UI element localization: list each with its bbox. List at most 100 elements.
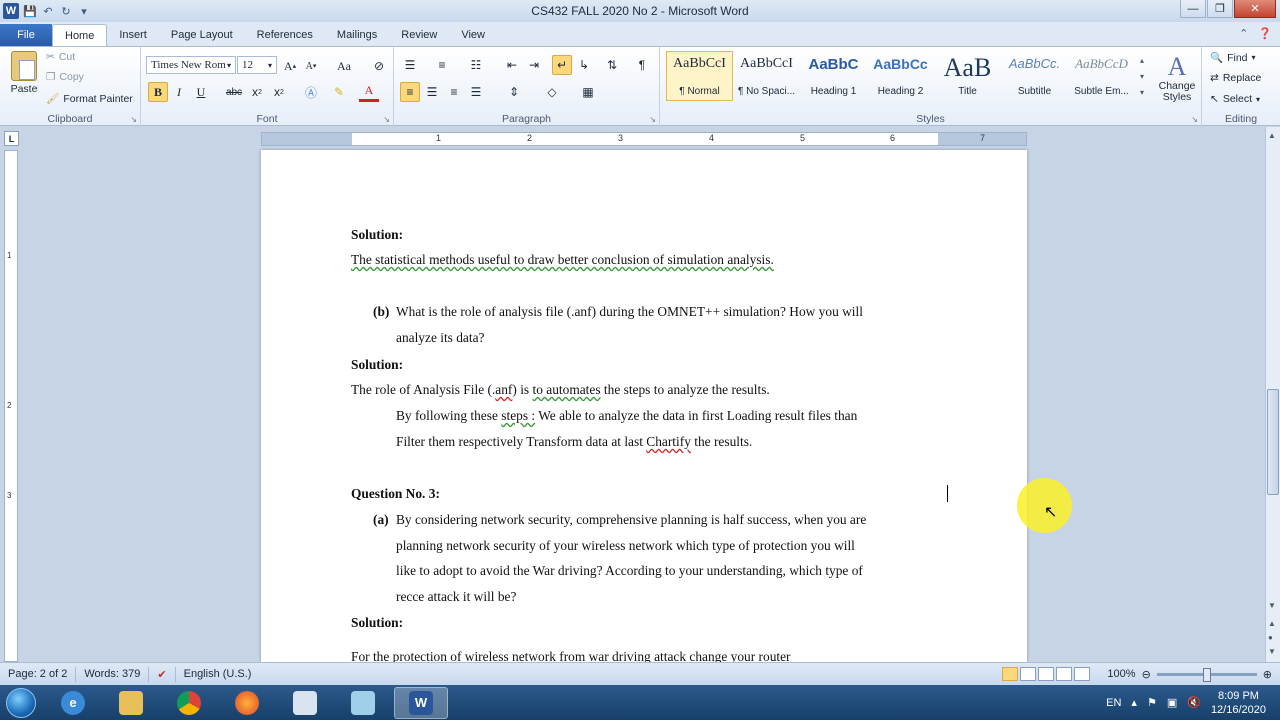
change-case-button[interactable]: Aa [331,56,357,76]
style-normal[interactable]: AaBbCcI ¶ Normal [666,51,733,101]
sort-icon[interactable]: ⇅ [602,55,622,75]
subscript-button[interactable]: x2 [247,82,267,102]
vertical-ruler[interactable]: 1 2 3 [4,150,18,662]
word-count[interactable]: Words: 379 [76,666,150,682]
style-subtitle[interactable]: AaBbCc. Subtitle [1001,51,1068,101]
help-icon[interactable]: ❓ [1258,27,1272,40]
next-page-icon[interactable]: ▼ [1268,647,1276,656]
font-color-button[interactable]: A [359,82,379,102]
left-to-right-icon[interactable]: ↵ [552,55,572,75]
web-layout-icon[interactable] [1038,667,1054,681]
grow-font-button[interactable]: A ▴ [280,56,300,76]
show-formatting-button[interactable]: ¶ [632,55,652,75]
style-title[interactable]: AaB Title [934,51,1001,101]
style-heading-2[interactable]: AaBbCc Heading 2 [867,51,934,101]
zoom-out-icon[interactable]: ⊖ [1142,668,1151,681]
document-page[interactable]: Solution: The statistical methods useful… [261,150,1027,662]
right-to-left-icon[interactable]: ↳ [574,55,594,75]
outline-icon[interactable] [1056,667,1072,681]
taskbar-notepad[interactable] [336,687,390,719]
clock[interactable]: 8:09 PM 12/16/2020 [1211,689,1266,717]
tab-review[interactable]: Review [389,24,449,46]
tab-insert[interactable]: Insert [107,24,159,46]
clear-formatting-icon[interactable]: ⊘ [369,56,389,76]
language[interactable]: English (U.S.) [176,667,260,682]
align-left-icon[interactable]: ≡ [400,82,420,102]
cut-button[interactable]: ✂ Cut [46,51,75,63]
tab-references[interactable]: References [245,24,325,46]
text-effects-icon[interactable]: Ⓐ [301,82,321,102]
scroll-down-icon[interactable]: ▼ [1268,601,1276,610]
previous-page-icon[interactable]: ▲ [1268,619,1276,628]
taskbar-word[interactable]: W [394,686,448,719]
tab-selector-button[interactable]: L [4,131,19,146]
proofing-icon[interactable]: ✔ [149,666,176,682]
close-button[interactable]: ✕ [1234,0,1276,18]
superscript-button[interactable]: x2 [269,82,289,102]
justify-icon[interactable]: ☰ [466,82,486,102]
shrink-font-button[interactable]: A ▾ [301,56,321,76]
style-subtle-emphasis[interactable]: AaBbCcD Subtle Em... [1068,51,1135,101]
draft-icon[interactable] [1074,667,1090,681]
style-no-spacing[interactable]: AaBbCcI ¶ No Spaci... [733,51,800,101]
font-name-input[interactable]: Times New Rom ▾ [146,56,236,74]
select-button[interactable]: ↖ Select ▾ [1210,93,1260,105]
minimize-button[interactable]: — [1180,0,1206,18]
find-button[interactable]: 🔍 Find ▾ [1210,51,1256,65]
page-count[interactable]: Page: 2 of 2 [0,666,77,682]
clipboard-launcher-icon[interactable]: ↘ [130,115,137,124]
increase-indent-icon[interactable]: ⇥ [524,55,544,75]
shading-icon[interactable]: ◇ [542,82,562,102]
numbering-icon[interactable]: ≡ [432,55,452,75]
copy-button[interactable]: ❐ Copy [46,71,84,83]
taskbar-firefox[interactable] [220,687,274,719]
zoom-in-icon[interactable]: ⊕ [1263,668,1272,681]
underline-button[interactable]: U [191,82,211,102]
format-painter-button[interactable]: 🖌 Format Painter [46,92,133,106]
input-language[interactable]: EN [1106,697,1121,709]
taskbar-paint[interactable] [278,687,332,719]
borders-icon[interactable]: ▦ [578,82,598,102]
volume-icon[interactable]: 🔇 [1187,696,1201,709]
align-center-icon[interactable]: ☰ [422,82,442,102]
paragraph-launcher-icon[interactable]: ↘ [649,115,656,124]
zoom-level[interactable]: 100% [1107,668,1135,680]
highlight-icon[interactable]: ✎ [329,82,349,102]
strikethrough-button[interactable]: abc [223,82,245,102]
action-center-icon[interactable]: ⚑ [1147,696,1157,709]
paste-button[interactable]: Paste [6,51,42,95]
taskbar-explorer[interactable] [104,687,158,719]
zoom-slider[interactable] [1156,667,1257,682]
print-layout-icon[interactable] [1002,667,1018,681]
browse-object-icon[interactable]: ● [1268,633,1273,642]
style-heading-1[interactable]: AaBbC Heading 1 [800,51,867,101]
horizontal-ruler[interactable]: 1 2 3 4 5 6 7 [261,132,1027,146]
minimize-ribbon-icon[interactable]: ⌃ [1239,27,1248,40]
scrollbar-thumb[interactable] [1267,389,1279,495]
multilevel-list-icon[interactable]: ☷ [466,55,486,75]
taskbar-internet-explorer[interactable]: e [46,687,100,719]
bullets-icon[interactable]: ☰ [400,55,420,75]
tab-file[interactable]: File [0,24,52,46]
full-screen-reading-icon[interactable] [1020,667,1036,681]
network-icon[interactable]: ▣ [1167,696,1177,709]
vertical-scrollbar[interactable]: ▲ ▼ ▲ ● ▼ [1265,127,1280,662]
font-size-input[interactable]: 12 ▾ [237,56,277,74]
align-right-icon[interactable]: ≡ [444,82,464,102]
font-launcher-icon[interactable]: ↘ [383,115,390,124]
show-hidden-icons-icon[interactable]: ▴ [1131,696,1137,709]
change-styles-button[interactable]: A Change Styles [1154,53,1200,103]
restore-button[interactable]: ❐ [1207,0,1233,18]
line-spacing-icon[interactable]: ⇕ [504,82,524,102]
tab-mailings[interactable]: Mailings [325,24,389,46]
gallery-scroll[interactable]: ▴ ▾ ▾ [1140,53,1150,101]
decrease-indent-icon[interactable]: ⇤ [502,55,522,75]
tab-page-layout[interactable]: Page Layout [159,24,245,46]
bold-button[interactable]: B [148,82,168,102]
styles-launcher-icon[interactable]: ↘ [1191,115,1198,124]
start-button[interactable] [0,685,42,720]
tab-view[interactable]: View [449,24,497,46]
replace-button[interactable]: ⇄ Replace [1210,72,1261,84]
scroll-up-icon[interactable]: ▲ [1268,131,1276,140]
italic-button[interactable]: I [169,82,189,102]
